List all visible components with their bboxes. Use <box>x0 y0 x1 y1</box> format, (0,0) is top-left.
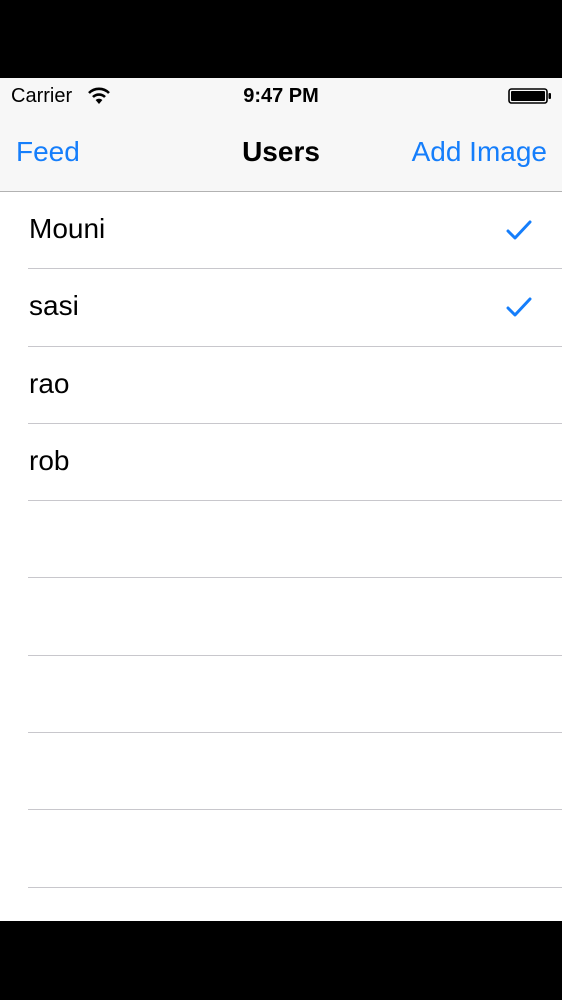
status-time: 9:47 PM <box>243 85 319 107</box>
status-bar: Carrier 9:47 PM <box>0 78 562 116</box>
user-name: rob <box>29 444 70 476</box>
empty-row <box>0 656 562 734</box>
top-bar: Carrier 9:47 PM Feed Users Add Image <box>0 78 562 192</box>
user-name: sasi <box>29 290 79 322</box>
user-name: rao <box>29 367 70 399</box>
checkmark-icon <box>506 297 532 317</box>
checkmark-icon <box>506 220 532 240</box>
empty-row <box>0 810 562 888</box>
app-screen: Carrier 9:47 PM Feed Users Add Image Mou… <box>0 78 562 921</box>
table-row[interactable]: rob <box>0 424 562 502</box>
table-row[interactable]: Mouni <box>0 192 562 270</box>
empty-row <box>0 578 562 657</box>
empty-row <box>0 501 562 579</box>
table-row[interactable]: rao <box>0 347 562 425</box>
users-table: Mouni sasi rao rob <box>0 192 562 888</box>
user-name: Mouni <box>29 213 106 244</box>
navigation-bar: Feed Users Add Image <box>0 116 562 191</box>
empty-row <box>0 733 562 811</box>
table-row[interactable]: sasi <box>0 269 562 347</box>
battery-icon <box>508 88 551 104</box>
add-image-button[interactable]: Add Image <box>412 136 547 168</box>
